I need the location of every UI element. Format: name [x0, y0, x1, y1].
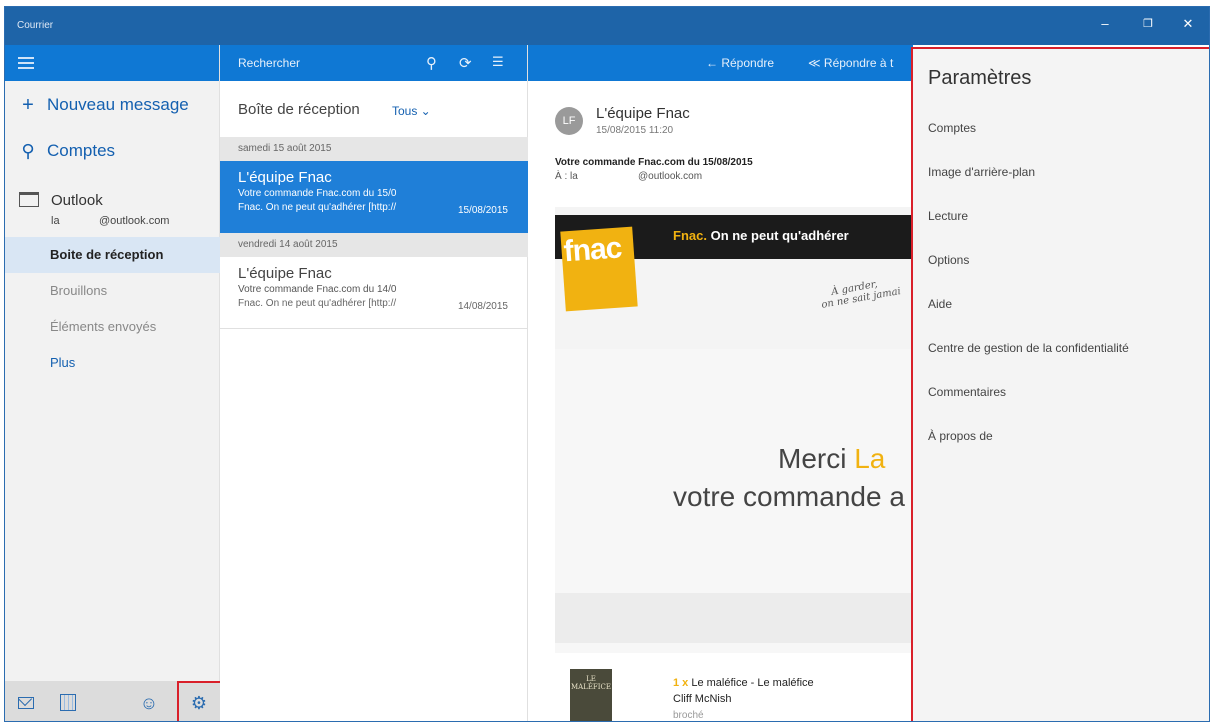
folder-sent[interactable]: Éléments envoyés	[5, 309, 220, 345]
calendar-icon[interactable]	[55, 690, 81, 716]
maximize-button[interactable]: ❐	[1138, 16, 1158, 32]
nav-header	[5, 45, 219, 81]
settings-item-about[interactable]: À propos de	[928, 429, 993, 443]
folder-icon	[19, 192, 39, 207]
recipient-address: @outlook.com	[638, 171, 703, 182]
message-date: 14/08/2015	[457, 301, 508, 312]
folder-drafts[interactable]: Brouillons	[5, 273, 220, 309]
mail-window: Courrier – ❐ ✕ + Nouveau message ⚲ Compt…	[4, 6, 1210, 722]
reply-button[interactable]: ← Répondre	[706, 56, 774, 70]
product-row: LE MALÉFICE 1 x Le maléfice - Le maléfic…	[555, 653, 913, 721]
account-email-user: la	[51, 215, 60, 227]
message-subject: Votre commande Fnac.com du 14/0	[238, 284, 397, 295]
product-format: broché	[673, 710, 704, 721]
inbox-title: Boîte de réception	[238, 101, 360, 118]
plus-icon: +	[22, 94, 34, 116]
settings-item-reading[interactable]: Lecture	[928, 209, 968, 223]
settings-item-accounts[interactable]: Comptes	[928, 121, 976, 135]
gear-icon[interactable]: ⚙	[186, 690, 212, 716]
settings-title: Paramètres	[928, 67, 1032, 89]
feedback-smiley-icon[interactable]: ☺	[136, 690, 162, 716]
fnac-logo[interactable]: fnac	[560, 226, 638, 312]
email-subject: Votre commande Fnac.com du 15/08/2015	[555, 157, 753, 168]
email-banner: fnac Fnac. On ne peut qu'adhérer À garde…	[555, 207, 913, 349]
book-cover[interactable]: LE MALÉFICE	[570, 669, 612, 721]
close-button[interactable]: ✕	[1178, 16, 1198, 32]
product-title[interactable]: 1 x Le maléfice - Le maléfice	[673, 677, 814, 689]
date-separator: samedi 15 août 2015	[220, 137, 528, 161]
reading-toolbar: ← Répondre ≪ Répondre à t	[528, 45, 913, 81]
sent-date: 15/08/2015 11:20	[596, 125, 674, 136]
book-cover-line-2: MALÉFICE	[570, 683, 612, 691]
order-heading: votre commande a	[673, 481, 905, 512]
message-date: 15/08/2015	[457, 205, 508, 216]
nav-bottom-bar: ☺ ⚙	[5, 681, 222, 721]
accounts-label: Comptes	[47, 141, 116, 160]
sync-icon[interactable]: ⟳	[459, 54, 472, 72]
thanks-heading: Merci La	[778, 443, 885, 475]
message-sender: L'équipe Fnac	[238, 265, 332, 282]
settings-item-help[interactable]: Aide	[928, 297, 952, 311]
banner-brand: Fnac.	[673, 228, 707, 243]
product-author: Cliff McNish	[673, 693, 732, 705]
account-name: Outlook	[51, 192, 103, 209]
list-header: Rechercher ⚲ ⟳ ☰	[220, 45, 527, 81]
hamburger-menu-icon[interactable]	[18, 57, 34, 69]
settings-highlight: ⚙	[177, 681, 222, 721]
message-item[interactable]: L'équipe Fnac Votre commande Fnac.com du…	[220, 161, 528, 233]
navigation-pane: + Nouveau message ⚲ Comptes Outlook la @…	[5, 45, 222, 721]
filter-dropdown[interactable]: Tous ⌄	[392, 104, 431, 118]
search-icon[interactable]: ⚲	[426, 54, 437, 72]
message-preview: Fnac. On ne peut qu'adhérer [http://	[238, 298, 397, 309]
account-email-domain: @outlook.com	[99, 215, 170, 227]
title-bar: Courrier – ❐ ✕	[5, 7, 1209, 45]
banner-tagline: Fnac. On ne peut qu'adhérer	[673, 228, 849, 243]
email-divider-band	[555, 593, 913, 643]
sender-avatar: LF	[555, 107, 583, 135]
folder-more[interactable]: Plus	[5, 345, 220, 381]
search-input[interactable]: Rechercher	[238, 56, 300, 70]
date-separator: vendredi 14 août 2015	[220, 233, 528, 257]
settings-flyout: Paramètres Comptes Image d'arrière-plan …	[911, 47, 1209, 721]
new-message-button[interactable]: + Nouveau message	[19, 95, 189, 115]
reply-all-button[interactable]: ≪ Répondre à t	[808, 56, 893, 70]
settings-item-privacy[interactable]: Centre de gestion de la confidentialité	[928, 341, 1129, 355]
minimize-button[interactable]: –	[1095, 16, 1115, 32]
message-subject: Votre commande Fnac.com du 15/0	[238, 188, 397, 199]
message-sender: L'équipe Fnac	[238, 169, 332, 186]
thanks-text: Merci	[778, 443, 855, 474]
thanks-name: La	[854, 443, 886, 474]
settings-item-background[interactable]: Image d'arrière-plan	[928, 165, 1035, 179]
message-preview: Fnac. On ne peut qu'adhérer [http://	[238, 202, 397, 213]
message-list-pane: Rechercher ⚲ ⟳ ☰ Boîte de réception Tous…	[220, 45, 528, 721]
book-cover-line-1: LE	[586, 675, 596, 683]
settings-item-options[interactable]: Options	[928, 253, 969, 267]
settings-item-feedback[interactable]: Commentaires	[928, 385, 1006, 399]
app-title: Courrier	[17, 20, 54, 31]
product-quantity: 1 x	[673, 677, 689, 689]
product-name: Le maléfice - Le maléfice	[688, 677, 814, 689]
accounts-button[interactable]: ⚲ Comptes	[19, 141, 115, 161]
folder-inbox[interactable]: Boite de réception	[5, 237, 220, 273]
person-icon: ⚲	[21, 141, 35, 161]
sender-name: L'équipe Fnac	[596, 105, 690, 122]
handwritten-note: À garder, on ne sait jamai	[819, 275, 902, 311]
selection-mode-icon[interactable]: ☰	[492, 54, 504, 70]
message-item[interactable]: L'équipe Fnac Votre commande Fnac.com du…	[220, 257, 528, 329]
mail-icon[interactable]	[13, 690, 39, 716]
reading-pane: ← Répondre ≪ Répondre à t LF L'équipe Fn…	[528, 45, 913, 721]
recipient-label: À : la	[555, 171, 578, 182]
new-message-label: Nouveau message	[47, 95, 189, 114]
banner-tagline-text: On ne peut qu'adhérer	[706, 228, 849, 243]
